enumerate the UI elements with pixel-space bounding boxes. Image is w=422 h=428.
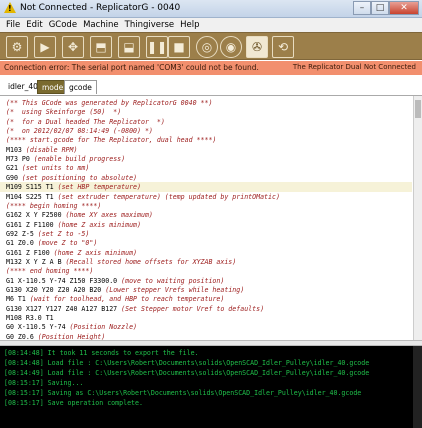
- gcode-command: M132 X Y Z A B: [6, 257, 66, 266]
- gcode-comment: (set Z to -5): [37, 229, 90, 238]
- minimize-button[interactable]: –: [353, 1, 371, 15]
- connection-error-bar: Connection error: The serial port named …: [0, 61, 422, 75]
- gcode-editor[interactable]: (** This GCode was generated by Replicat…: [0, 95, 422, 340]
- title-bar: ! Not Connected - ReplicatorG - 0040 – □…: [0, 0, 422, 18]
- gcode-comment: (home XY axes maximum): [65, 211, 153, 220]
- gcode-command: M6 T1: [6, 295, 30, 304]
- build-to-file-icon[interactable]: ⬓: [118, 36, 140, 58]
- connect-icon[interactable]: ◎: [196, 36, 218, 58]
- gcode-comment: (set positioning to absolute): [21, 173, 138, 182]
- gcode-command: M108 R3.0 T1: [6, 314, 54, 323]
- gcode-comment: (set units to mm): [21, 164, 90, 173]
- gcode-command: M73 P0: [6, 155, 34, 164]
- toolbar: ⚙ ▶ ✥ ⬒ ⬓ ❚❚ ■ ◎ ◉ ✇ ⟲: [0, 32, 422, 60]
- gcode-command: G21: [6, 164, 22, 173]
- gcode-command: G0 Z0.6: [6, 332, 38, 340]
- menu-bar: File Edit GCode Machine Thingiverse Help: [0, 18, 422, 32]
- disconnect-icon[interactable]: ◉: [220, 36, 242, 58]
- gcode-line[interactable]: G0 Z0.6 (Position Height): [6, 332, 105, 340]
- upload-sd-icon[interactable]: ⬒: [90, 36, 112, 58]
- menu-gcode[interactable]: GCode: [46, 20, 80, 30]
- console-line: [08:15:17] Saving...: [4, 379, 84, 387]
- machine-status: The Replicator Dual Not Connected: [292, 63, 416, 71]
- gcode-comment: (* on 2012/02/07 08:14:49 (-0800) *): [6, 127, 153, 136]
- window-title: Not Connected - ReplicatorG - 0040: [20, 3, 181, 13]
- tab-gcode[interactable]: gcode: [64, 80, 97, 94]
- gcode-comment: (**** begin homing ****): [6, 201, 102, 210]
- gcode-comment: (**** end homing ****): [6, 267, 94, 276]
- gcode-command: G130 X127 Y127 Z40 A127 B127: [6, 304, 122, 313]
- gcode-comment: (wait for toolhead, and HBP to reach tem…: [29, 295, 225, 304]
- menu-machine[interactable]: Machine: [80, 20, 122, 30]
- menu-file[interactable]: File: [3, 20, 23, 30]
- gcode-command: G0 X-110.5 Y-74: [6, 323, 70, 332]
- gcode-command: G1 Z0.0: [6, 239, 38, 248]
- control-panel-icon[interactable]: ✇: [246, 36, 268, 58]
- gcode-command: M103: [6, 145, 26, 154]
- gcode-comment: (Set Stepper motor Vref to defaults): [121, 304, 265, 313]
- gcode-command: G130 X20 Y20 Z20 A20 B20: [6, 286, 106, 294]
- gcode-comment: (enable build progress): [33, 155, 126, 164]
- menu-thingiverse[interactable]: Thingiverse: [122, 20, 178, 30]
- gcode-command: G90: [6, 173, 22, 182]
- console-line: [08:15:17] Save operation complete.: [4, 399, 143, 407]
- reset-icon[interactable]: ⟲: [272, 36, 294, 58]
- gcode-comment: (Recall stored home offsets for XYZAB ax…: [65, 257, 237, 266]
- gcode-comment: (Position Nozzle): [69, 323, 138, 332]
- stop-icon[interactable]: ■: [168, 36, 190, 58]
- gcode-comment: (Lower stepper Vrefs while heating): [105, 286, 245, 294]
- gcode-comment: (Position Height): [37, 332, 106, 340]
- editor-scrollbar[interactable]: [413, 96, 422, 340]
- build-simulate-icon[interactable]: ⚙: [6, 36, 28, 58]
- close-button[interactable]: ✕: [389, 1, 419, 15]
- gcode-comment: (* using Skeinforge (50) *): [6, 108, 122, 117]
- gcode-command: G161 Z F100: [6, 248, 54, 257]
- gcode-comment: (** This GCode was generated by Replicat…: [6, 99, 213, 107]
- gcode-comment: (move Z to "0"): [37, 239, 98, 248]
- build-icon[interactable]: ▶: [34, 36, 56, 58]
- console-line: [08:14:48] It took 11 seconds to export …: [4, 349, 199, 357]
- gcode-comment: (disable RPM): [25, 145, 78, 154]
- gcode-comment: (home Z axis minimum): [53, 248, 138, 257]
- gcode-command: M104 S225 T1: [6, 192, 58, 201]
- console-line: [08:15:17] Saving as C:\Users\Robert\Doc…: [4, 389, 362, 397]
- gcode-command: G92 Z-5: [6, 229, 38, 238]
- gcode-comment: (* for a Dual headed The Replicator *): [6, 117, 165, 126]
- maximize-button[interactable]: □: [371, 1, 389, 15]
- gcode-comment: (**** start.gcode for The Replicator, du…: [6, 136, 217, 145]
- warning-mark: !: [8, 4, 12, 13]
- console-output: [08:14:48] It took 11 seconds to export …: [0, 346, 422, 428]
- tab-strip: idler_40 model gcode: [0, 80, 422, 95]
- menu-help[interactable]: Help: [177, 20, 202, 30]
- gcode-comment: (home Z axis minimum): [57, 220, 141, 229]
- gcode-command: M109 S115 T1: [6, 183, 58, 192]
- gcode-comment: (set extruder temperature) (temp updated…: [57, 192, 280, 201]
- gcode-command: G161 Z F1100: [6, 220, 58, 229]
- editor-scroll-thumb[interactable]: [415, 100, 421, 118]
- console-line: [08:14:48] Load file : C:\Users\Robert\D…: [4, 359, 370, 367]
- gcode-comment: (move to waiting position): [121, 276, 225, 285]
- console-line: [08:14:49] Load file : C:\Users\Robert\D…: [4, 369, 370, 377]
- menu-edit[interactable]: Edit: [23, 20, 45, 30]
- error-message: Connection error: The serial port named …: [4, 63, 259, 72]
- pause-icon[interactable]: ❚❚: [146, 36, 168, 58]
- gcode-command: G162 X Y F2500: [6, 211, 66, 220]
- console-scrollbar[interactable]: [413, 346, 422, 428]
- generate-gcode-icon[interactable]: ✥: [62, 36, 84, 58]
- gcode-comment: (set HBP temperature): [57, 183, 141, 192]
- gcode-command: G1 X-110.5 Y-74 Z150 F3300.0: [6, 276, 122, 285]
